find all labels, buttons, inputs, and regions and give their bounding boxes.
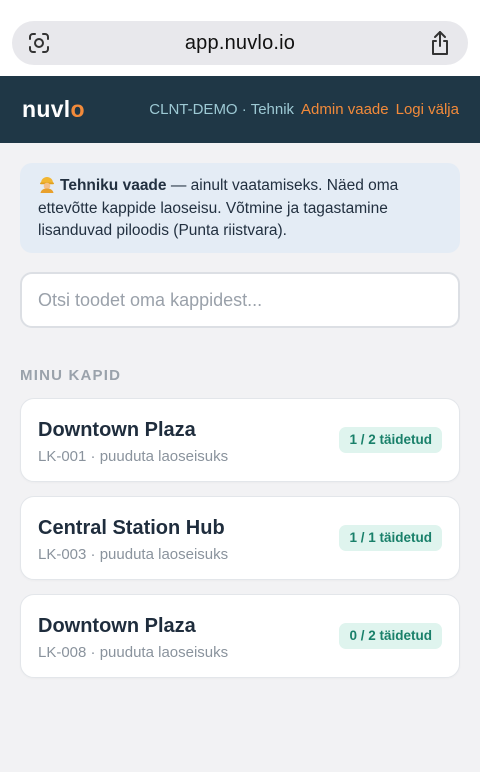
cabinet-status: puuduta laoseisuks bbox=[99, 546, 229, 563]
search-box bbox=[20, 272, 460, 328]
nuvlo-logo[interactable]: nuvlo bbox=[22, 96, 85, 123]
logo-main: nuvl bbox=[22, 96, 71, 122]
org-code: CLNT-DEMO bbox=[149, 101, 238, 118]
logo-accent: o bbox=[70, 96, 85, 122]
cabinet-name: Central Station Hub bbox=[38, 517, 225, 539]
logout-link[interactable]: Logi välja bbox=[396, 101, 459, 118]
section-title: MINU KAPID bbox=[20, 367, 122, 384]
cabinet-card[interactable]: Central Station Hub LK-003 · puuduta lao… bbox=[20, 496, 460, 580]
cabinet-name: Downtown Plaza bbox=[38, 419, 196, 441]
cabinet-status: puuduta laoseisuks bbox=[99, 644, 229, 661]
role-label: Tehnik bbox=[250, 101, 295, 118]
address-bar[interactable]: app.nuvlo.io bbox=[12, 21, 468, 65]
url-text[interactable]: app.nuvlo.io bbox=[12, 21, 468, 65]
nav-separator: · bbox=[241, 101, 247, 118]
browser-bar: app.nuvlo.io bbox=[0, 0, 480, 76]
cabinet-code: LK-001 bbox=[38, 448, 87, 465]
cabinet-card[interactable]: Downtown Plaza LK-008 · puuduta laoseisu… bbox=[20, 594, 460, 678]
admin-view-link[interactable]: Admin vaade bbox=[301, 101, 389, 118]
cabinet-code: LK-003 bbox=[38, 546, 87, 563]
cabinet-subtitle: LK-003 · puuduta laoseisuks bbox=[38, 546, 229, 563]
cabinet-card[interactable]: Downtown Plaza LK-001 · puuduta laoseisu… bbox=[20, 398, 460, 482]
cabinet-subtitle: LK-001 · puuduta laoseisuks bbox=[38, 448, 229, 465]
cabinet-code: LK-008 bbox=[38, 644, 87, 661]
cabinet-subtitle: LK-008 · puuduta laoseisuks bbox=[38, 644, 229, 661]
org-role-label: CLNT-DEMO · Tehnik bbox=[149, 101, 294, 118]
fill-status-badge: 1 / 2 täidetud bbox=[339, 427, 442, 453]
fill-status-badge: 1 / 1 täidetud bbox=[339, 525, 442, 551]
app-header: nuvlo CLNT-DEMO · Tehnik Admin vaade Log… bbox=[0, 76, 480, 143]
banner-title: Tehniku vaade bbox=[60, 177, 167, 194]
share-icon[interactable] bbox=[428, 30, 452, 56]
cabinet-name: Downtown Plaza bbox=[38, 615, 196, 637]
cabinet-status: puuduta laoseisuks bbox=[99, 448, 229, 465]
construction-worker-icon bbox=[38, 175, 56, 193]
fill-status-badge: 0 / 2 täidetud bbox=[339, 623, 442, 649]
search-input[interactable] bbox=[38, 274, 438, 326]
info-banner: Tehniku vaade — ainult vaatamiseks. Näed… bbox=[20, 163, 460, 253]
header-nav: CLNT-DEMO · Tehnik Admin vaade Logi välj… bbox=[149, 76, 459, 143]
